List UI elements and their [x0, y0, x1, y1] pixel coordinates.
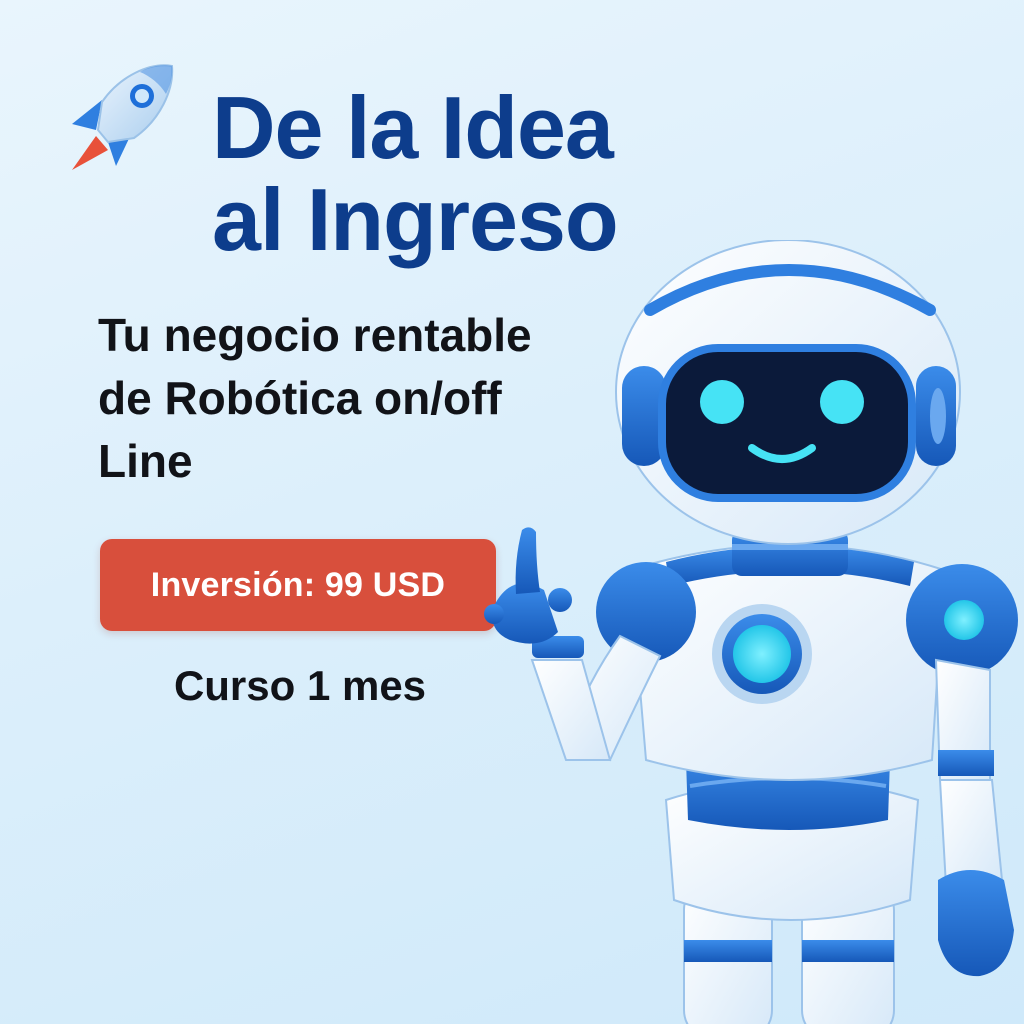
- robot-mascot: [484, 240, 1018, 1024]
- headline-line-1: De la Idea: [212, 78, 614, 177]
- poster: De la Idea al Ingreso Tu negocio rentabl…: [0, 0, 1024, 1024]
- price-badge: Inversión: 99 USD: [100, 539, 496, 631]
- headline: De la Idea al Ingreso: [212, 78, 619, 266]
- rocket-icon: [72, 64, 174, 170]
- price-label: Inversión: 99 USD: [150, 565, 446, 604]
- course-duration: Curso 1 mes: [173, 662, 427, 709]
